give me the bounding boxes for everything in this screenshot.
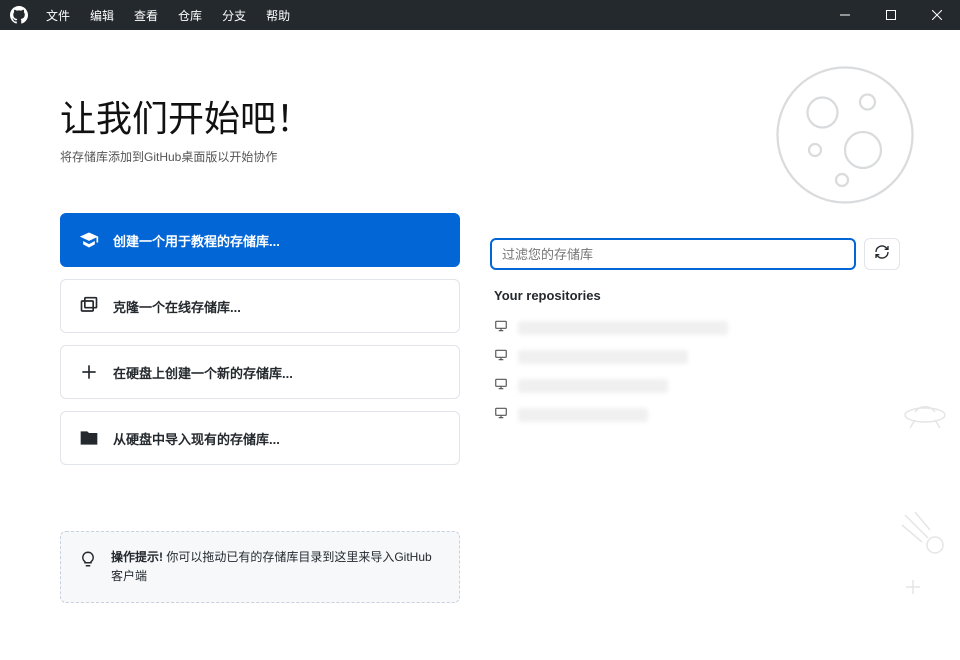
comet-icon [900,510,950,560]
add-local-repo-button[interactable]: 从硬盘中导入现有的存储库... [60,411,460,465]
clone-icon [79,296,99,316]
repo-item[interactable] [490,371,900,400]
menu-repo[interactable]: 仓库 [170,3,210,28]
desktop-icon [494,377,508,394]
repo-item[interactable] [490,400,900,429]
menu-view[interactable]: 查看 [126,3,166,28]
minimize-button[interactable] [822,0,868,30]
welcome-title: 让我们开始吧！ [60,90,460,142]
titlebar: 文件 编辑 查看 仓库 分支 帮助 [0,0,960,30]
repo-name-redacted [518,321,728,335]
mortarboard-icon [79,230,99,250]
welcome-subtitle: 将存储库添加到GitHub桌面版以开始协作 [60,148,460,165]
desktop-icon [494,319,508,336]
repo-item[interactable] [490,342,900,371]
action-label: 创建一个用于教程的存储库... [113,231,280,250]
repo-name-redacted [518,350,688,364]
menu-branch[interactable]: 分支 [214,3,254,28]
repo-list [490,313,900,429]
pro-tip: 操作提示! 你可以拖动已有的存储库目录到这里来导入GitHub客户端 [60,531,460,603]
menu-help[interactable]: 帮助 [258,3,298,28]
plus-icon [79,362,99,382]
repo-item[interactable] [490,313,900,342]
maximize-button[interactable] [868,0,914,30]
ufo-icon [900,390,950,430]
github-logo-icon [10,6,28,24]
refresh-button[interactable] [864,238,900,270]
action-label: 克隆一个在线存储库... [113,297,241,316]
your-repositories-header: Your repositories [494,288,900,303]
tip-text: 操作提示! 你可以拖动已有的存储库目录到这里来导入GitHub客户端 [111,548,441,586]
repo-name-redacted [518,379,668,393]
lightbulb-icon [79,550,97,586]
menu-file[interactable]: 文件 [38,3,78,28]
action-label: 在硬盘上创建一个新的存储库... [113,363,293,382]
star-icon [906,580,920,594]
menu-edit[interactable]: 编辑 [82,3,122,28]
menu-bar: 文件 编辑 查看 仓库 分支 帮助 [38,3,298,28]
create-tutorial-repo-button[interactable]: 创建一个用于教程的存储库... [60,213,460,267]
repo-name-redacted [518,408,648,422]
action-label: 从硬盘中导入现有的存储库... [113,429,280,448]
create-new-repo-button[interactable]: 在硬盘上创建一个新的存储库... [60,345,460,399]
clone-repo-button[interactable]: 克隆一个在线存储库... [60,279,460,333]
close-button[interactable] [914,0,960,30]
folder-icon [79,428,99,448]
desktop-icon [494,406,508,423]
refresh-icon [874,244,890,265]
window-controls [822,0,960,30]
desktop-icon [494,348,508,365]
filter-repos-input[interactable] [490,238,856,270]
